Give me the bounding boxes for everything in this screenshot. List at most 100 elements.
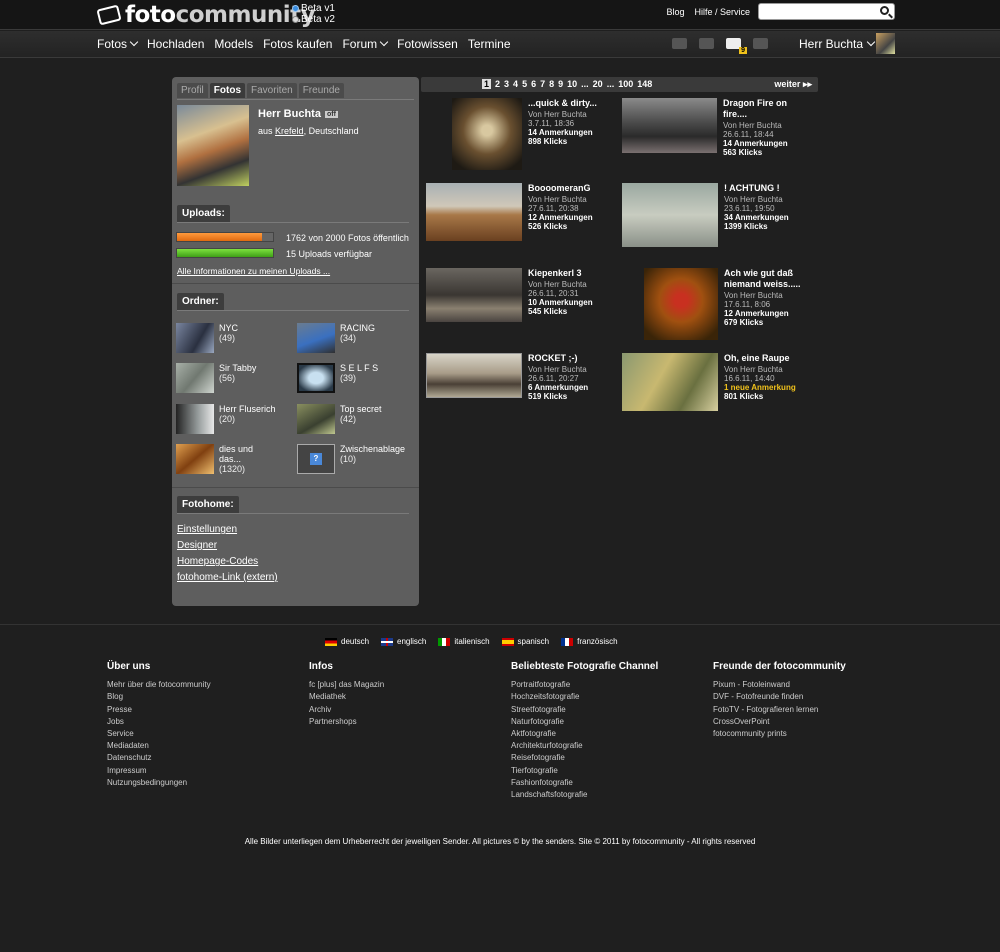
nav-fotos-kaufen[interactable]: Fotos kaufen <box>263 37 332 51</box>
blog-link[interactable]: Blog <box>666 7 684 17</box>
nav-forum[interactable]: Forum <box>342 37 387 51</box>
tab-fotos[interactable]: Fotos <box>209 83 246 98</box>
photo-item[interactable]: Ach wie gut daß niemand weiss..... Von He… <box>644 268 804 340</box>
designer-link[interactable]: Designer <box>177 540 217 551</box>
footer-link[interactable]: Jobs <box>107 716 211 728</box>
folder-item[interactable]: S E L F S (39) <box>297 363 378 393</box>
homepage-codes-link[interactable]: Homepage-Codes <box>177 556 258 567</box>
nav-models[interactable]: Models <box>214 37 253 51</box>
footer-link[interactable]: Landschaftsfotografie <box>511 789 658 801</box>
footer-link[interactable]: Aktfotografie <box>511 728 658 740</box>
page-link[interactable]: 5 <box>522 79 527 89</box>
folder-item[interactable]: Sir Tabby (56) <box>176 363 256 393</box>
page-link[interactable]: 8 <box>549 79 554 89</box>
photo-thumbnail[interactable] <box>622 353 718 411</box>
photo-thumbnail[interactable] <box>644 268 718 340</box>
language-spanisch[interactable]: spanisch <box>501 637 549 646</box>
next-page-link[interactable]: weiter ▸▸ <box>774 79 812 90</box>
page-link[interactable]: 4 <box>513 79 518 89</box>
search-icon[interactable] <box>880 6 889 15</box>
profile-photo[interactable] <box>177 105 249 186</box>
footer-link[interactable]: Mehr über die fotocommunity <box>107 679 211 691</box>
tab-profil[interactable]: Profil <box>177 83 208 98</box>
footer-link[interactable]: fotocommunity prints <box>713 728 846 740</box>
nav-fotowissen[interactable]: Fotowissen <box>397 37 458 51</box>
page-link[interactable]: 100 <box>618 79 633 89</box>
footer-link[interactable]: Architekturfotografie <box>511 740 658 752</box>
folder-item[interactable]: Top secret (42) <box>297 404 382 434</box>
fotohome-external-link[interactable]: fotohome-Link (extern) <box>177 572 278 583</box>
beta-v1-option[interactable]: Beta v1 <box>292 3 335 14</box>
footer-link[interactable]: Reisefotografie <box>511 752 658 764</box>
photo-thumbnail[interactable] <box>622 98 717 153</box>
footer-link[interactable]: Pixum - Fotoleinwand <box>713 679 846 691</box>
footer-link[interactable]: Presse <box>107 704 211 716</box>
footer-link[interactable]: Service <box>107 728 211 740</box>
footer-link[interactable]: FotoTV - Fotografieren lernen <box>713 704 846 716</box>
page-link-current[interactable]: 1 <box>482 79 492 89</box>
footer-link[interactable]: DVF - Fotofreunde finden <box>713 691 846 703</box>
photo-item[interactable]: ! ACHTUNG ! Von Herr Buchta 23.6.11, 19:50… <box>622 183 804 247</box>
folder-item[interactable]: ? Zwischenablage (10) <box>297 444 405 474</box>
language-englisch[interactable]: englisch <box>381 637 426 646</box>
footer-link[interactable]: Blog <box>107 691 211 703</box>
nav-fotos[interactable]: Fotos <box>97 37 137 51</box>
footer-link[interactable]: Portraitfotografie <box>511 679 658 691</box>
footer-link[interactable]: Archiv <box>309 704 384 716</box>
page-link[interactable]: 6 <box>531 79 536 89</box>
photo-thumbnail[interactable] <box>622 183 718 247</box>
footer-link[interactable]: Fashionfotografie <box>511 777 658 789</box>
folder-item[interactable]: Herr Fluserich (20) <box>176 404 276 434</box>
search-input[interactable] <box>763 6 875 22</box>
footer-link[interactable]: Naturfotografie <box>511 716 658 728</box>
photo-item[interactable]: ROCKET ;-) Von Herr Buchta 26.6.11, 20:27 6… <box>426 353 608 401</box>
page-link[interactable]: 148 <box>637 79 652 89</box>
beta-v2-option[interactable]: Beta v2 <box>292 14 335 25</box>
page-link[interactable]: 20 <box>593 79 603 89</box>
footer-link[interactable]: Datenschutz <box>107 752 211 764</box>
page-link[interactable]: 3 <box>504 79 509 89</box>
footer-link[interactable]: fc [plus] das Magazin <box>309 679 384 691</box>
page-link[interactable]: 9 <box>558 79 563 89</box>
settings-link[interactable]: Einstellungen <box>177 524 237 535</box>
messages-icon[interactable]: 9 <box>726 38 747 54</box>
nav-hochladen[interactable]: Hochladen <box>147 37 204 51</box>
footer-link[interactable]: Hochzeitsfotografie <box>511 691 658 703</box>
tab-favoriten[interactable]: Favoriten <box>247 83 297 98</box>
page-link[interactable]: 7 <box>540 79 545 89</box>
tab-freunde[interactable]: Freunde <box>298 83 344 98</box>
folder-item[interactable]: dies und das... (1320) <box>176 444 259 474</box>
logo[interactable]: fotocommunity <box>96 2 316 28</box>
city-link[interactable]: Krefeld <box>275 126 304 136</box>
language-franzoesisch[interactable]: französisch <box>561 637 618 646</box>
photo-thumbnail[interactable] <box>426 183 522 241</box>
footer-link[interactable]: Impressum <box>107 765 211 777</box>
footer-link[interactable]: Mediadaten <box>107 740 211 752</box>
footer-link[interactable]: Streetfotografie <box>511 704 658 716</box>
footer-link[interactable]: Tierfotografie <box>511 765 658 777</box>
photo-thumbnail[interactable] <box>426 268 522 322</box>
page-link[interactable]: 10 <box>567 79 577 89</box>
photo-item[interactable]: ...quick & dirty... Von Herr Buchta 3.7.11… <box>452 98 608 170</box>
photo-item[interactable]: Oh, eine Raupe Von Herr Buchta 16.6.11, 14… <box>622 353 804 411</box>
photo-thumbnail[interactable] <box>452 98 522 170</box>
camera-icon[interactable] <box>699 38 714 49</box>
language-deutsch[interactable]: deutsch <box>325 637 369 646</box>
footer-link[interactable]: Partnershops <box>309 716 384 728</box>
nav-termine[interactable]: Termine <box>468 37 511 51</box>
page-link[interactable]: 2 <box>495 79 500 89</box>
help-link[interactable]: Hilfe / Service <box>694 7 750 17</box>
folder-item[interactable]: RACING (34) <box>297 323 375 353</box>
photo-item[interactable]: Kiepenkerl 3 Von Herr Buchta 26.6.11, 20:3… <box>426 268 608 322</box>
user-menu[interactable]: Herr Buchta <box>799 37 874 51</box>
folder-item[interactable]: NYC (49) <box>176 323 238 353</box>
language-italienisch[interactable]: italienisch <box>438 637 490 646</box>
photo-item[interactable]: BoooomeranG Von Herr Buchta 27.6.11, 20:38… <box>426 183 608 241</box>
mail-icon[interactable] <box>672 38 687 49</box>
photo-item[interactable]: Dragon Fire on fire.... Von Herr Buchta 26… <box>622 98 803 157</box>
friends-icon[interactable] <box>753 38 768 49</box>
uploads-info-link[interactable]: Alle Informationen zu meinen Uploads ... <box>177 266 330 276</box>
footer-link[interactable]: CrossOverPoint <box>713 716 846 728</box>
avatar[interactable] <box>876 33 895 54</box>
footer-link[interactable]: Mediathek <box>309 691 384 703</box>
